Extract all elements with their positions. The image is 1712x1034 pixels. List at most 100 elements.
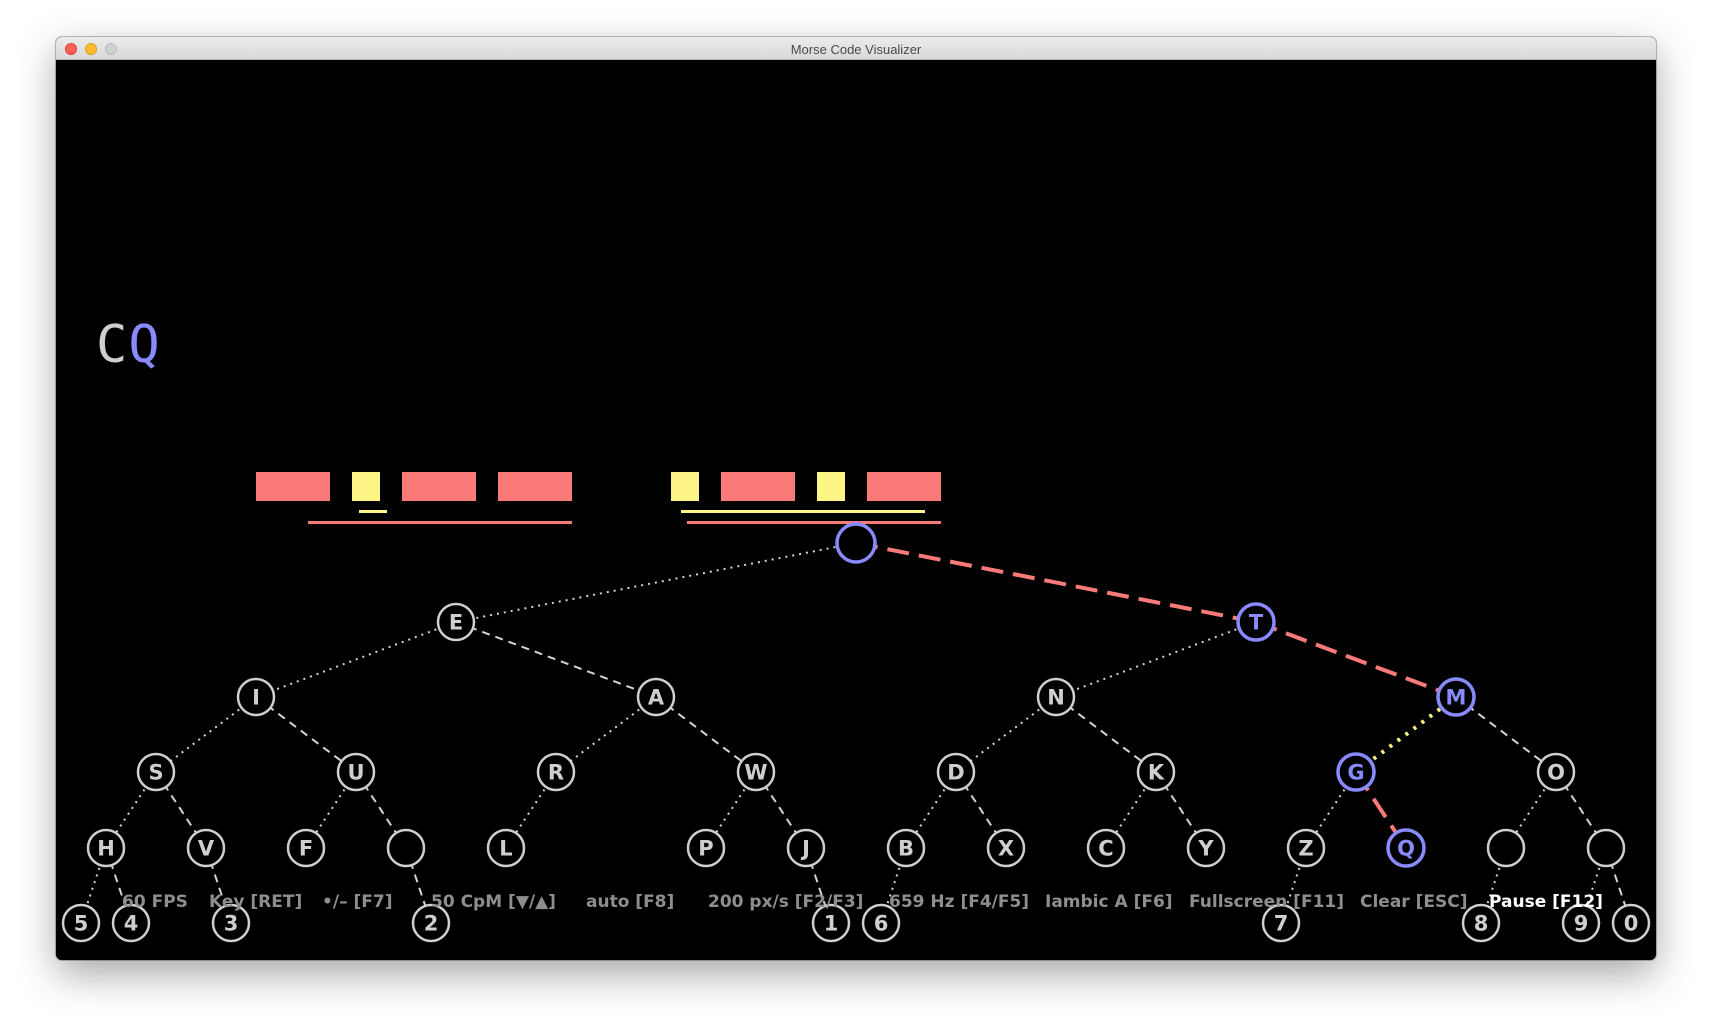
tree-node-0: 0	[1611, 903, 1651, 943]
tree-node-o: O	[1536, 752, 1576, 792]
status-fps: 60 FPS	[122, 892, 188, 912]
node-label: U	[347, 761, 364, 785]
node-label: 4	[124, 912, 139, 936]
dot-edge	[255, 621, 457, 698]
dot-gap-marker	[359, 510, 387, 513]
node-label: 5	[74, 912, 89, 936]
status-auto[interactable]: auto [F8]	[586, 892, 674, 912]
node-label: B	[898, 837, 914, 861]
morse-group	[256, 472, 572, 524]
node-circle	[1586, 828, 1626, 868]
tree-node-t: T	[1236, 602, 1276, 642]
node-label: R	[548, 761, 564, 785]
tree-node-h: H	[86, 828, 126, 868]
dash-edge	[855, 541, 1257, 624]
tree-node-l: L	[486, 828, 526, 868]
node-label: 1	[824, 912, 839, 936]
morse-strip	[256, 472, 941, 524]
tree-node-w: W	[736, 752, 776, 792]
tree-node-c: C	[1086, 828, 1126, 868]
morse-tree: E T I A N M S U R W D K G O H V F L P J B X C Y Z Q 5 4 3 2 1 6 7 8 9 0	[61, 472, 1651, 943]
status-freq[interactable]: 659 Hz [F4/F5]	[889, 892, 1029, 912]
node-label: W	[744, 761, 767, 785]
tree-node-r: R	[536, 752, 576, 792]
tree-node-x: X	[986, 828, 1026, 868]
node-label: 0	[1624, 912, 1639, 936]
app-window: Morse Code Visualizer C Q E T I A N M S U R W D K G O H…	[56, 37, 1656, 960]
tree-node-e: E	[436, 602, 476, 642]
node-label: 9	[1574, 912, 1589, 936]
tree-node-i: I	[236, 677, 276, 717]
visualizer-canvas[interactable]: CQ ETIANMSURWDKGOHVFLPJBXCYZQ5432167890 …	[56, 60, 1656, 960]
status-fullscreen[interactable]: Fullscreen [F11]	[1189, 892, 1344, 912]
dot-symbol	[817, 472, 845, 501]
status-mode[interactable]: Iambic A [F6]	[1045, 892, 1173, 912]
dot-symbol	[352, 472, 380, 501]
node-label: K	[1148, 761, 1165, 785]
dot-edge	[455, 542, 857, 623]
node-label: Z	[1298, 837, 1313, 861]
dash-symbol	[721, 472, 795, 501]
tree-node-z: Z	[1286, 828, 1326, 868]
status-clear[interactable]: Clear [ESC]	[1360, 892, 1467, 912]
node-label: H	[97, 837, 115, 861]
node-label: T	[1249, 611, 1264, 635]
node-label: S	[148, 761, 163, 785]
tree-node-empty	[1586, 828, 1626, 868]
tree-node-q: Q	[1386, 828, 1426, 868]
node-circle	[835, 522, 877, 564]
node-label: I	[252, 686, 260, 710]
tree-node-b: B	[886, 828, 926, 868]
node-label: X	[998, 837, 1014, 861]
dash-symbol	[256, 472, 330, 501]
node-label: J	[800, 837, 810, 861]
dash-symbol	[867, 472, 941, 501]
tree-node-s: S	[136, 752, 176, 792]
node-label: A	[648, 686, 665, 710]
status-scroll[interactable]: 200 px/s [F2/F3]	[708, 892, 863, 912]
dash-gap-marker	[308, 521, 572, 524]
node-label: D	[947, 761, 964, 785]
tree-node-v: V	[186, 828, 226, 868]
dash-gap-marker	[687, 521, 941, 524]
dash-edge	[455, 621, 657, 698]
node-label: Y	[1197, 837, 1214, 861]
node-label: O	[1547, 761, 1565, 785]
tree-node-5: 5	[61, 903, 101, 943]
node-label: 3	[224, 912, 239, 936]
dot-edge	[1055, 621, 1257, 698]
title-bar: Morse Code Visualizer	[56, 37, 1656, 60]
tree-node-y: Y	[1186, 828, 1226, 868]
node-label: Q	[1397, 837, 1415, 861]
tree-node-d: D	[936, 752, 976, 792]
tree-node-u: U	[336, 752, 376, 792]
node-circle	[1486, 828, 1526, 868]
node-label: M	[1446, 686, 1467, 710]
node-label: 7	[1274, 912, 1289, 936]
dot-gap-marker	[681, 510, 925, 513]
dash-edge	[1255, 620, 1457, 699]
node-label: N	[1047, 686, 1065, 710]
dot-symbol	[671, 472, 699, 501]
dash-symbol	[402, 472, 476, 501]
status-key[interactable]: Key [RET]	[209, 892, 302, 912]
status-keying[interactable]: •/– [F7]	[322, 892, 392, 912]
node-label: 6	[874, 912, 889, 936]
tree-node-empty	[1486, 828, 1526, 868]
tree-node-a: A	[636, 677, 676, 717]
tree-node-g: G	[1336, 752, 1376, 792]
node-label: P	[698, 837, 713, 861]
status-pause[interactable]: Pause [F12]	[1489, 892, 1603, 912]
status-speed[interactable]: 50 CpM [▼/▲]	[431, 892, 556, 912]
node-label: C	[1098, 837, 1113, 861]
tree-node-p: P	[686, 828, 726, 868]
morse-group	[671, 472, 941, 524]
node-label: V	[198, 837, 215, 861]
node-label: 2	[424, 912, 439, 936]
tree-node-m: M	[1436, 677, 1476, 717]
node-label: L	[499, 837, 512, 861]
node-label: F	[299, 837, 313, 861]
tree-node-n: N	[1036, 677, 1076, 717]
tree-node-empty	[386, 828, 426, 868]
node-circle	[386, 828, 426, 868]
